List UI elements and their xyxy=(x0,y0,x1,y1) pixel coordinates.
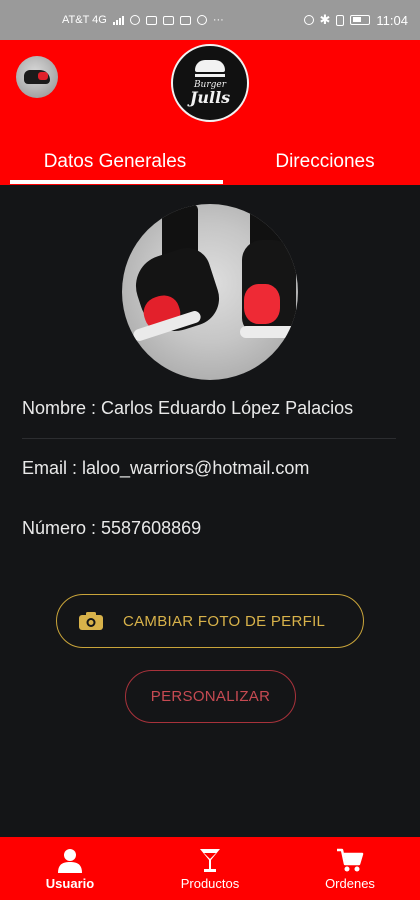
change-photo-button[interactable]: CAMBIAR FOTO DE PERFIL xyxy=(56,594,364,648)
bottom-nav: Usuario Productos Ordenes xyxy=(0,837,420,900)
tab-direcciones[interactable]: Direcciones xyxy=(230,144,420,180)
logo-text-julls: Julls xyxy=(189,88,231,107)
alarm-icon xyxy=(303,15,314,25)
photo-shoe-right-accent xyxy=(244,284,280,324)
signal-icon xyxy=(112,15,124,25)
profile-name: Nombre : Carlos Eduardo López Palacios xyxy=(22,398,354,418)
name-divider xyxy=(22,438,396,439)
status-time: 11:04 xyxy=(376,12,408,28)
bluetooth-icon: ✱ xyxy=(319,12,331,27)
profile-photo xyxy=(122,204,298,380)
drink-icon xyxy=(200,849,220,872)
burger-julls-logo: Burger Julls xyxy=(171,44,249,122)
header-avatar[interactable] xyxy=(16,56,58,98)
status-left: AT&T 4G ··· xyxy=(62,14,224,26)
vibrate-icon xyxy=(336,14,345,26)
app-header: Burger Julls Datos Generales Direcciones xyxy=(0,40,420,185)
mail-icon-3 xyxy=(179,15,191,25)
nav-item-productos[interactable]: Productos xyxy=(140,837,280,900)
mail-icon-2 xyxy=(162,15,174,25)
nav-item-usuario[interactable]: Usuario xyxy=(0,837,140,900)
whatsapp-icon xyxy=(129,15,140,25)
logo-divider xyxy=(195,74,225,77)
mail-icon xyxy=(145,15,157,25)
avatar-shoe-accent xyxy=(38,72,48,80)
nav-item-ordenes[interactable]: Ordenes xyxy=(280,837,420,900)
photo-shoe-right-sole xyxy=(240,326,298,338)
status-right: ✱ 11:04 xyxy=(303,12,408,28)
cart-icon xyxy=(337,848,364,872)
nav-label-ordenes: Ordenes xyxy=(325,876,375,891)
battery-icon xyxy=(350,15,371,25)
burger-icon xyxy=(195,60,225,72)
profile-number: Número : 5587608869 xyxy=(22,518,202,538)
active-tab-indicator xyxy=(10,180,223,184)
more-notifications-icon: ··· xyxy=(212,14,224,26)
facebook-icon xyxy=(196,15,207,25)
profile-email: Email : laloo_warriors@hotmail.com xyxy=(22,458,310,478)
customize-button[interactable]: PERSONALIZAR xyxy=(125,670,296,723)
nav-label-productos: Productos xyxy=(180,876,240,891)
status-bar: AT&T 4G ··· ✱ 11:04 xyxy=(0,0,420,40)
camera-icon xyxy=(79,612,103,630)
change-photo-label: CAMBIAR FOTO DE PERFIL xyxy=(123,612,326,630)
nav-label-usuario: Usuario xyxy=(45,876,95,891)
tab-datos-generales[interactable]: Datos Generales xyxy=(0,144,230,180)
user-icon xyxy=(58,849,82,873)
carrier-label: AT&T 4G xyxy=(62,14,107,26)
